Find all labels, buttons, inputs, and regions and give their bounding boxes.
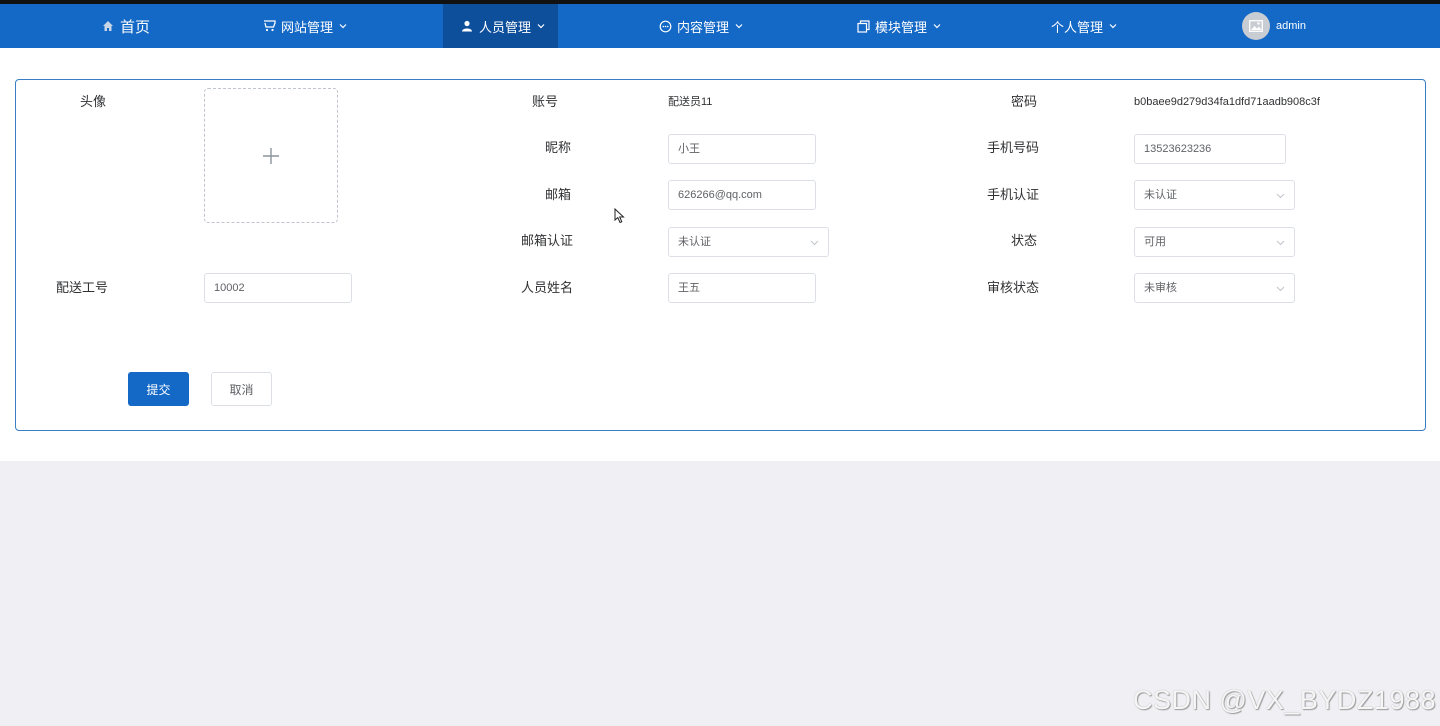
home-icon (101, 19, 115, 33)
nickname-label: 昵称 (545, 140, 572, 155)
top-navbar: 首页 网站管理 人员管理 内容管理 模块管理 个人管理 admin (0, 4, 1440, 48)
nav-content[interactable]: 内容管理 (658, 4, 743, 48)
nav-personnel[interactable]: 人员管理 (443, 4, 558, 48)
chevron-down-icon (933, 22, 941, 30)
status-value: 可用 (1144, 236, 1166, 248)
account-label: 账号 (532, 94, 559, 109)
real-name-label: 人员姓名 (521, 280, 574, 295)
phone-verify-value: 未认证 (1144, 189, 1177, 201)
staff-no-label: 配送工号 (56, 280, 109, 295)
cancel-button[interactable]: 取消 (211, 372, 272, 406)
phone-verify-select[interactable]: 未认证 (1134, 180, 1295, 210)
nav-home[interactable]: 首页 (101, 4, 150, 48)
image-icon (1249, 20, 1263, 32)
status-label: 状态 (1011, 233, 1038, 248)
user-icon (460, 19, 474, 33)
edit-form: 头像 账号 配送员11 密码 b0baee9d279d34fa1dfd71aad… (15, 79, 1426, 431)
audit-label: 审核状态 (987, 280, 1040, 295)
nav-home-label: 首页 (120, 18, 151, 36)
user-name: admin (1276, 20, 1306, 32)
submit-button[interactable]: 提交 (128, 372, 189, 406)
email-verify-label: 邮箱认证 (521, 233, 574, 248)
password-value: b0baee9d279d34fa1dfd71aadb908c3f (1134, 96, 1320, 108)
chevron-down-icon (810, 240, 819, 246)
audit-select[interactable]: 未审核 (1134, 273, 1295, 303)
nav-personal[interactable]: 个人管理 (1051, 4, 1117, 48)
user-menu[interactable]: admin (1242, 4, 1306, 48)
phone-field[interactable]: 13523623236 (1134, 134, 1286, 164)
real-name-field[interactable]: 王五 (668, 273, 816, 303)
nav-module[interactable]: 模块管理 (856, 4, 941, 48)
chevron-down-icon (735, 22, 743, 30)
email-field[interactable]: 626266@qq.com (668, 180, 816, 210)
chevron-down-icon (1276, 240, 1285, 246)
audit-value: 未审核 (1144, 282, 1177, 294)
email-verify-select[interactable]: 未认证 (668, 227, 829, 257)
chat-icon (658, 19, 672, 33)
phone-verify-label: 手机认证 (987, 187, 1040, 202)
nav-personal-label: 个人管理 (1051, 19, 1104, 35)
watermark: CSDN @VX_BYDZ1988 (1132, 685, 1436, 715)
shop-icon (262, 19, 276, 33)
chevron-down-icon (1276, 193, 1285, 199)
nav-content-label: 内容管理 (677, 19, 730, 35)
nav-personnel-label: 人员管理 (479, 19, 532, 35)
nav-website[interactable]: 网站管理 (262, 4, 347, 48)
nav-module-label: 模块管理 (875, 19, 928, 35)
email-verify-value: 未认证 (678, 236, 711, 248)
copy-icon (856, 19, 870, 33)
email-label: 邮箱 (545, 187, 572, 202)
avatar-label: 头像 (80, 94, 107, 109)
mouse-cursor-icon (614, 208, 625, 224)
staff-no-field[interactable]: 10002 (204, 273, 352, 303)
chevron-down-icon (339, 22, 347, 30)
avatar-uploader[interactable] (204, 88, 338, 223)
phone-label: 手机号码 (987, 140, 1040, 155)
avatar (1242, 12, 1270, 40)
chevron-down-icon (1276, 286, 1285, 292)
nav-website-label: 网站管理 (281, 19, 334, 35)
nickname-field[interactable]: 小王 (668, 134, 816, 164)
plus-icon (263, 147, 279, 164)
account-value: 配送员11 (668, 96, 713, 108)
chevron-down-icon (1109, 22, 1117, 30)
status-select[interactable]: 可用 (1134, 227, 1295, 257)
chevron-down-icon (537, 22, 545, 30)
password-label: 密码 (1011, 94, 1038, 109)
